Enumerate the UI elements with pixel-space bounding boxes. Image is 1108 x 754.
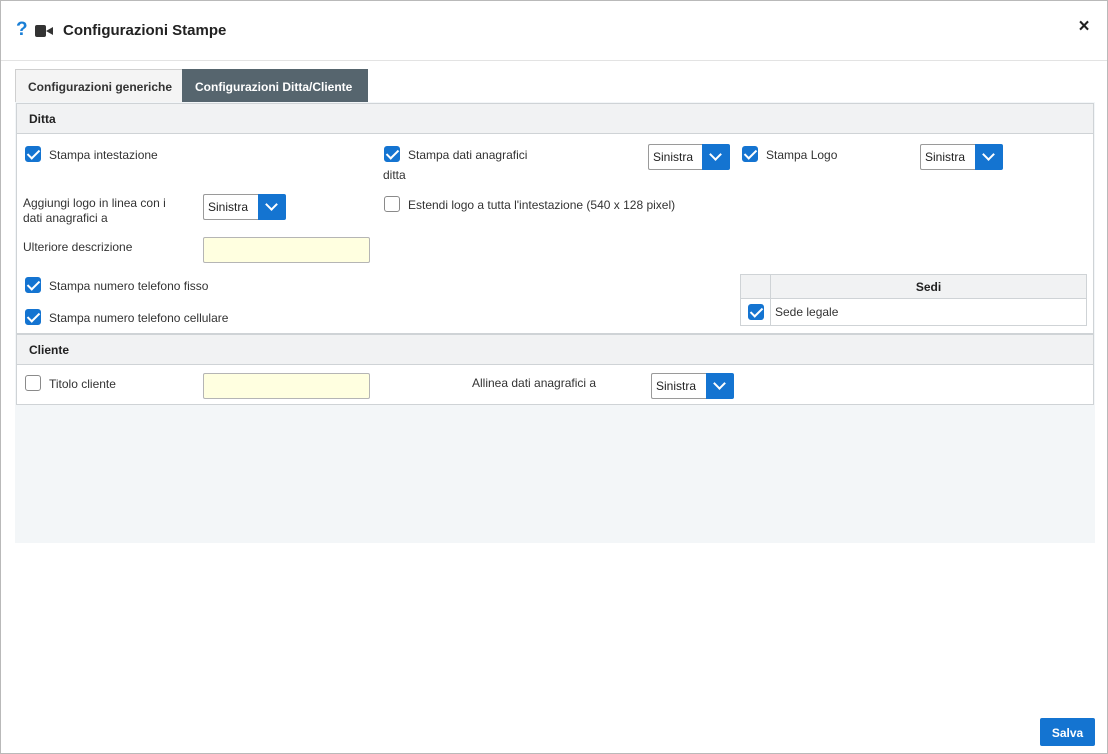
stampa-dati-anagrafici-label-2: ditta [383, 168, 406, 182]
close-icon[interactable]: × [1075, 17, 1093, 37]
sede-legale-checkbox[interactable] [748, 304, 764, 320]
ditta-section-title: Ditta [17, 104, 1093, 134]
select-value: Sinistra [648, 144, 702, 170]
telefono-cellulare-label: Stampa numero telefono cellulare [49, 311, 229, 325]
telefono-cellulare-checkbox[interactable] [25, 309, 41, 325]
estendi-logo-checkbox[interactable] [384, 196, 400, 212]
titolo-cliente-label: Titolo cliente [49, 377, 116, 391]
chevron-down-icon[interactable] [975, 144, 1003, 170]
logo-align-select[interactable]: Sinistra [920, 144, 1003, 170]
select-value: Sinistra [920, 144, 975, 170]
tab-content: Ditta Stampa intestazione Stampa dati an… [15, 102, 1095, 543]
select-value: Sinistra [203, 194, 258, 220]
titolo-cliente-checkbox[interactable] [25, 375, 41, 391]
cliente-section: Cliente Titolo cliente Allinea dati anag… [16, 334, 1094, 405]
sede-checkbox-cell [740, 298, 771, 326]
stampa-logo-label: Stampa Logo [766, 148, 838, 162]
aggiungi-logo-label: Aggiungi logo in linea con i [23, 196, 166, 210]
aggiungi-logo-select[interactable]: Sinistra [203, 194, 286, 220]
ulteriore-descrizione-input[interactable] [203, 237, 370, 263]
aggiungi-logo-label-2: dati anagrafici a [23, 211, 108, 225]
dialog-title: Configurazioni Stampe [63, 22, 227, 39]
tab-configurazioni-ditta-cliente[interactable]: Configurazioni Ditta/Cliente [182, 69, 368, 103]
dialog-header: ? Configurazioni Stampe × [1, 1, 1107, 61]
stampa-dati-anagrafici-label: Stampa dati anagrafici [408, 148, 528, 162]
estendi-logo-label: Estendi logo a tutta l'intestazione (540… [408, 198, 676, 212]
ulteriore-descrizione-label: Ulteriore descrizione [23, 240, 133, 254]
telefono-fisso-label: Stampa numero telefono fisso [49, 279, 209, 293]
chevron-down-icon[interactable] [258, 194, 286, 220]
help-icon[interactable]: ? [16, 20, 28, 40]
tab-configurazioni-generiche[interactable]: Configurazioni generiche [15, 69, 183, 103]
titolo-cliente-input[interactable] [203, 373, 370, 399]
print-config-dialog: ? Configurazioni Stampe × Configurazioni… [0, 0, 1108, 754]
ditta-section: Ditta Stampa intestazione Stampa dati an… [16, 103, 1094, 334]
stampa-intestazione-checkbox[interactable] [25, 146, 41, 162]
telefono-fisso-checkbox[interactable] [25, 277, 41, 293]
sedi-header: Sedi [770, 274, 1087, 299]
sedi-header-select [740, 274, 771, 299]
sede-legale-label: Sede legale [770, 298, 1087, 326]
cliente-section-title: Cliente [17, 335, 1093, 365]
allinea-label: Allinea dati anagrafici a [472, 376, 597, 390]
chevron-down-icon[interactable] [706, 373, 734, 399]
allinea-select[interactable]: Sinistra [651, 373, 734, 399]
sedi-table: Sedi Sede legale [740, 274, 1087, 326]
chevron-down-icon[interactable] [702, 144, 730, 170]
stampa-intestazione-label: Stampa intestazione [49, 148, 158, 162]
save-button[interactable]: Salva [1040, 718, 1095, 746]
stampa-dati-anagrafici-checkbox[interactable] [384, 146, 400, 162]
video-camera-icon[interactable] [35, 25, 53, 37]
table-row[interactable]: Sede legale [740, 298, 1087, 326]
dati-anagrafici-align-select[interactable]: Sinistra [648, 144, 730, 170]
select-value: Sinistra [651, 373, 706, 399]
stampa-logo-checkbox[interactable] [742, 146, 758, 162]
